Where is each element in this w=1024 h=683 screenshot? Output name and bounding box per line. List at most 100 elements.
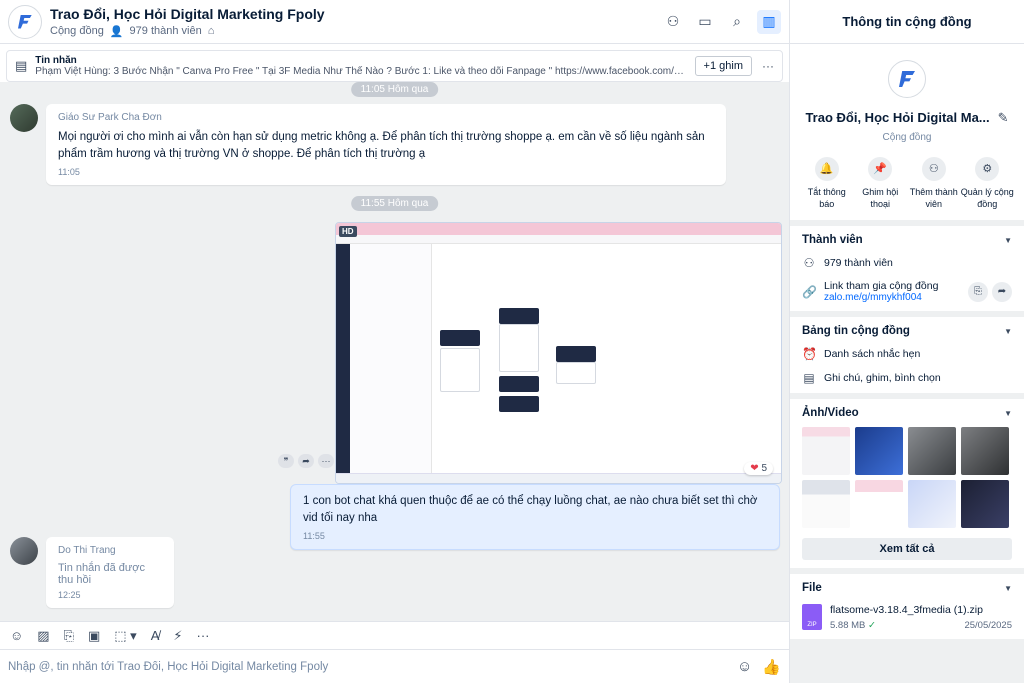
member-count[interactable]: 979 thành viên — [130, 25, 202, 37]
like-icon[interactable]: 👍 — [762, 658, 781, 676]
avatar[interactable] — [10, 104, 38, 132]
pinned-message-bar[interactable]: ▤ Tin nhắn Phạm Việt Hùng: 3 Bước Nhận "… — [6, 50, 783, 82]
file-item[interactable]: ZIP flatsome-v3.18.4_3fmedia (1).zip 5.8… — [802, 604, 1012, 631]
media-thumbnail[interactable] — [855, 480, 903, 528]
see-all-media-button[interactable]: Xem tất cả — [802, 538, 1012, 560]
quick-message-icon[interactable]: ⚡ — [173, 628, 182, 644]
media-thumbnail[interactable] — [961, 480, 1009, 528]
group-type: Cộng đồng — [882, 132, 932, 143]
search-icon[interactable]: ⌕ — [725, 10, 749, 34]
file-section: File ▼ ZIP flatsome-v3.18.4_3fmedia (1).… — [790, 574, 1024, 639]
caret-down-icon[interactable]: ▼ — [1004, 236, 1012, 245]
caret-down-icon[interactable]: ▼ — [1004, 584, 1012, 593]
sticker-icon[interactable]: ☺ — [10, 628, 23, 643]
video-call-icon[interactable]: ▭ — [693, 10, 717, 34]
media-thumbnail[interactable] — [908, 427, 956, 475]
media-thumbnail[interactable] — [961, 427, 1009, 475]
group-type: Cộng đồng — [50, 25, 104, 37]
flow-node — [556, 346, 596, 362]
media-thumbnail[interactable] — [855, 427, 903, 475]
caret-down-icon[interactable]: ▼ — [1004, 327, 1012, 336]
bell-icon: 🔔 — [814, 157, 839, 181]
composer-toolbar: ☺ ▨ ⎘ ▣ ⬚ ▾ A̸ ⚡ ··· — [0, 621, 789, 649]
info-panel-title: Thông tin cộng đồng — [790, 0, 1024, 44]
section-title: Bảng tin cộng đồng — [802, 325, 910, 337]
message-list[interactable]: 11:05 Hôm qua Giáo Sư Park Cha Đơn Mọi n… — [0, 82, 789, 621]
action-label: Tắt thông báo — [807, 187, 846, 209]
media-thumbnail[interactable] — [908, 480, 956, 528]
pin-icon: 📌 — [868, 157, 893, 181]
message-bubble[interactable]: Giáo Sư Park Cha Đơn Mọi người ơi cho mì… — [46, 104, 726, 185]
my-message-bubble[interactable]: 1 con bot chat khá quen thuộc để ae có t… — [290, 484, 780, 550]
message-bubble[interactable]: Do Thi Trang Tin nhắn đã được thu hồi 12… — [46, 537, 174, 608]
caret-down-icon[interactable]: ▼ — [1004, 409, 1012, 418]
file-date: 25/05/2025 — [964, 620, 1012, 631]
downloaded-check-icon: ✓ — [868, 620, 876, 631]
invite-link[interactable]: zalo.me/g/mmykhf004 — [824, 292, 938, 303]
manage-community-button[interactable]: ⚙ Quản lý cộng đồng — [961, 157, 1015, 210]
reaction-badge[interactable]: ❤ 5 — [744, 462, 773, 475]
group-avatar[interactable] — [8, 4, 42, 39]
format-text-icon[interactable]: A̸ — [151, 628, 160, 643]
forward-icon[interactable]: ➦ — [298, 454, 314, 468]
message-icon: ▤ — [15, 58, 28, 73]
message-hover-actions: ❞ ➦ ··· — [278, 454, 334, 468]
chat-header: Trao Đổi, Học Hỏi Digital Marketing Fpol… — [0, 0, 789, 44]
flow-node — [499, 376, 539, 392]
share-icon[interactable]: ➦ — [992, 281, 1012, 302]
flow-node — [440, 330, 480, 346]
section-header[interactable]: File ▼ — [802, 582, 1012, 594]
tag-icon[interactable]: ⌂ — [208, 25, 215, 37]
notes-row[interactable]: ▤ Ghi chú, ghim, bình chọn — [802, 371, 1012, 385]
more-pins-button[interactable]: +1 ghim — [694, 56, 752, 76]
screenshot-icon[interactable]: ⬚ ▾ — [114, 628, 136, 644]
more-icon[interactable]: ··· — [318, 454, 334, 468]
section-title: Ảnh/Video — [802, 407, 859, 419]
reminders-row[interactable]: ⏰ Danh sách nhắc hẹn — [802, 347, 1012, 361]
media-thumbnail[interactable] — [802, 480, 850, 528]
quote-icon[interactable]: ❞ — [278, 454, 294, 468]
add-member-icon[interactable]: ⚇ — [661, 10, 685, 34]
media-grid — [802, 427, 1012, 528]
copy-icon[interactable]: ⎘ — [968, 281, 988, 302]
attach-icon[interactable]: ⎘ — [64, 628, 74, 644]
message-input[interactable] — [8, 660, 727, 673]
toggle-info-panel-icon[interactable]: ▥ — [757, 9, 781, 34]
shot-taskbar — [336, 473, 781, 483]
group-name-row: Trao Đổi, Học Hỏi Digital Ma... ✎ — [800, 110, 1014, 126]
message-row: Do Thi Trang Tin nhắn đã được thu hồi 12… — [10, 537, 174, 608]
image-icon[interactable]: ▨ — [37, 628, 49, 644]
emoji-icon[interactable]: ☺ — [737, 658, 752, 675]
pin-conversation-button[interactable]: 📌 Ghim hội thoại — [854, 157, 908, 210]
clock-icon: ⏰ — [802, 347, 817, 361]
shot-panel — [350, 244, 432, 473]
more-options-icon[interactable]: ··· — [762, 59, 774, 73]
member-icon: 👤 — [109, 25, 124, 38]
section-header[interactable]: Thành viên ▼ — [802, 234, 1012, 246]
group-title[interactable]: Trao Đổi, Học Hỏi Digital Marketing Fpol… — [50, 6, 661, 22]
message-text: Mọi người ơi cho mình ai vẫn còn hạn sử … — [58, 131, 705, 160]
media-thumbnail[interactable] — [802, 427, 850, 475]
group-avatar[interactable] — [888, 60, 926, 98]
image-message[interactable]: HD ❤ 5 — [335, 222, 782, 484]
reaction-count: 5 — [761, 463, 767, 474]
board-section: Bảng tin cộng đồng ▼ ⏰ Danh sách nhắc hẹ… — [790, 317, 1024, 393]
heart-icon: ❤ — [750, 463, 759, 474]
section-title: Thành viên — [802, 234, 863, 246]
section-header[interactable]: Ảnh/Video ▼ — [802, 407, 1012, 419]
more-icon[interactable]: ··· — [197, 628, 210, 643]
edit-icon[interactable]: ✎ — [998, 110, 1009, 126]
file-sub: 5.88 MB ✓ 25/05/2025 — [830, 620, 1012, 631]
shot-tabbar — [336, 223, 781, 235]
add-member-button[interactable]: ⚇ Thêm thành viên — [907, 157, 961, 210]
zip-file-icon: ZIP — [802, 604, 822, 630]
mute-notifications-button[interactable]: 🔔 Tắt thông báo — [800, 157, 854, 210]
flow-node — [440, 348, 480, 392]
section-title: File — [802, 582, 822, 594]
avatar[interactable] — [10, 537, 38, 565]
action-label: Thêm thành viên — [909, 187, 958, 209]
link-icon: 🔗 — [802, 284, 817, 299]
contact-card-icon[interactable]: ▣ — [88, 628, 100, 644]
section-header[interactable]: Bảng tin cộng đồng ▼ — [802, 325, 1012, 337]
member-count-row[interactable]: ⚇ 979 thành viên — [802, 256, 1012, 270]
